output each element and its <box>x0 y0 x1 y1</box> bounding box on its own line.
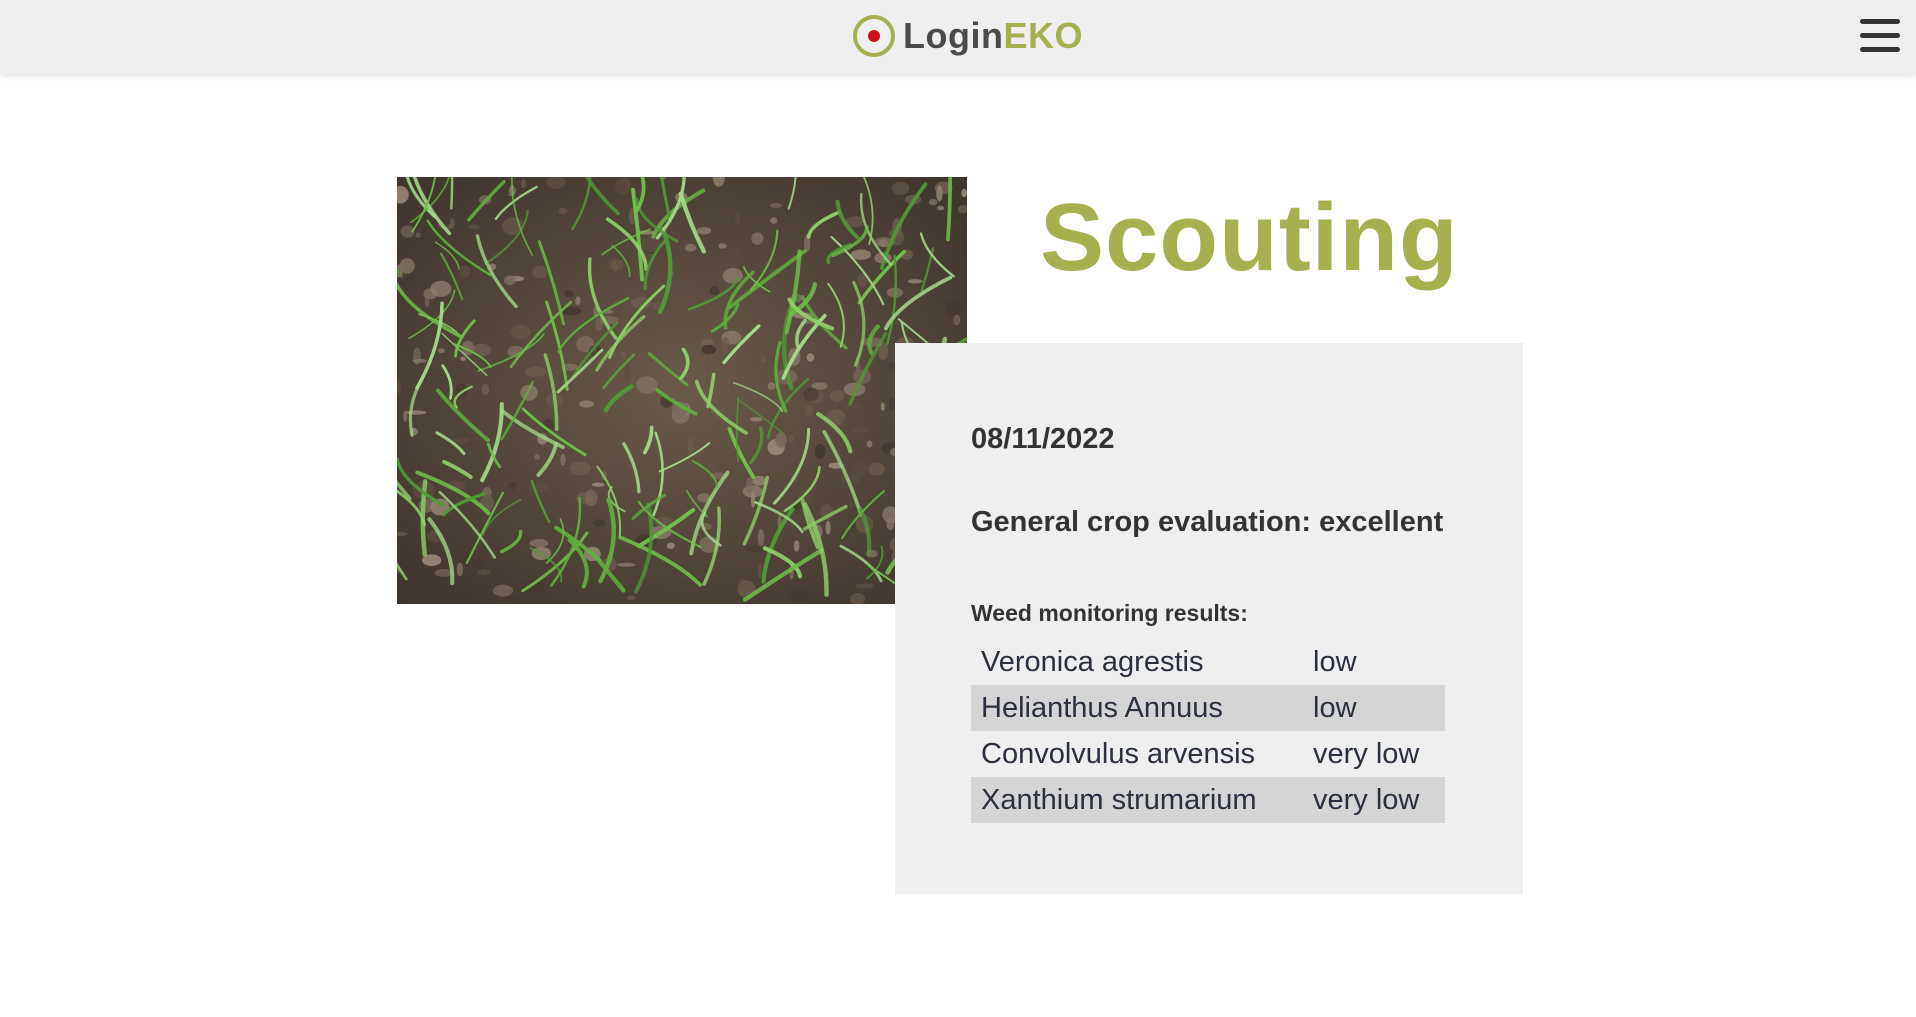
weed-level: low <box>1313 645 1357 678</box>
table-row: Veronica agrestis low <box>971 639 1445 685</box>
logo-text-login: Login <box>903 15 1004 56</box>
menu-bar-middle <box>1860 33 1900 38</box>
table-row: Convolvulus arvensis very low <box>971 731 1445 777</box>
weed-results-heading: Weed monitoring results: <box>971 600 1248 626</box>
weed-level: low <box>1303 685 1445 731</box>
hamburger-menu-icon[interactable] <box>1860 17 1900 55</box>
weed-level: very low <box>1313 737 1420 770</box>
page-title: Scouting <box>1040 184 1459 291</box>
weed-results-table: Veronica agrestis low Helianthus Annuus … <box>971 639 1445 823</box>
logo-text-eko: EKO <box>1003 15 1083 56</box>
menu-bar-top <box>1860 19 1900 24</box>
crop-evaluation: General crop evaluation: excellent <box>971 506 1444 538</box>
table-row: Xanthium strumarium very low <box>971 777 1445 823</box>
weed-level: very low <box>1303 777 1445 823</box>
weed-name: Convolvulus arvensis <box>981 737 1256 770</box>
logo-link[interactable]: LoginEKO <box>853 10 1083 62</box>
scouting-card: 08/11/2022 General crop evaluation: exce… <box>895 343 1523 894</box>
logo-text: LoginEKO <box>903 15 1083 57</box>
weed-name: Veronica agrestis <box>981 645 1204 678</box>
scouting-date: 08/11/2022 <box>971 423 1115 455</box>
weed-name: Xanthium strumarium <box>971 777 1303 823</box>
logo-dot <box>868 30 880 42</box>
field-photo <box>397 177 967 604</box>
weed-name: Helianthus Annuus <box>971 685 1303 731</box>
record-dot-icon <box>853 15 895 57</box>
table-row: Helianthus Annuus low <box>971 685 1445 731</box>
site-header: LoginEKO <box>0 0 1916 74</box>
menu-bar-bottom <box>1860 47 1900 52</box>
